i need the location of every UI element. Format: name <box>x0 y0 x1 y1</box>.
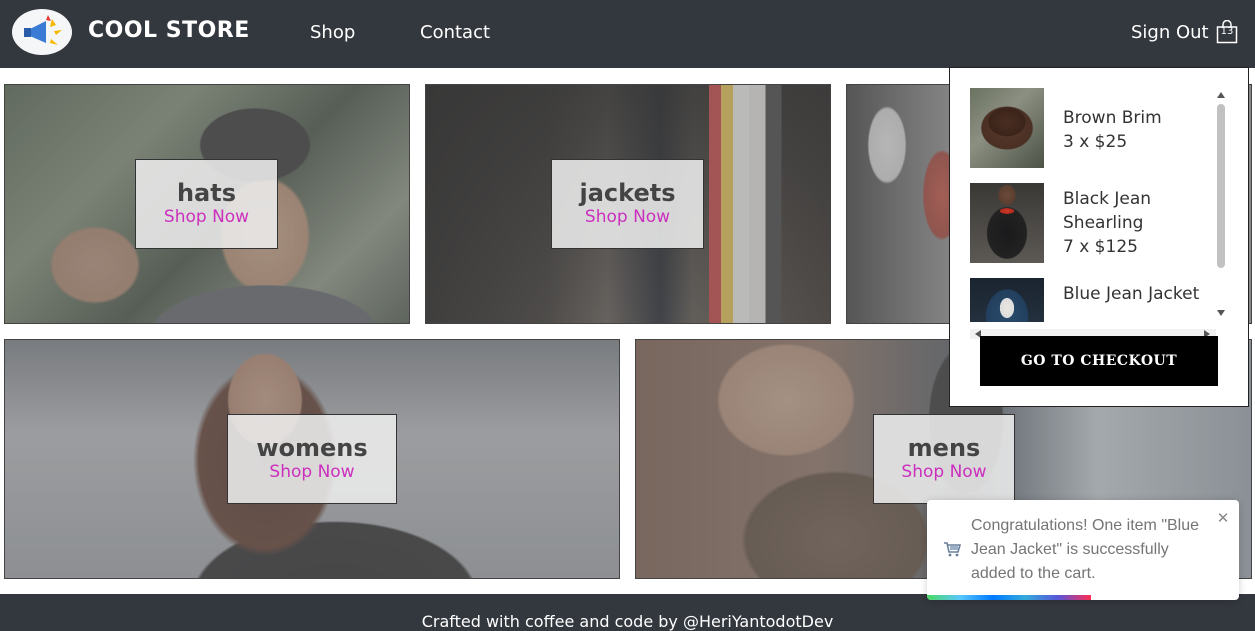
cart-item-info: Brown Brim 3 x $25 <box>1063 106 1203 154</box>
store-logo-icon[interactable] <box>12 9 72 55</box>
toast-message: Congratulations! One item "Blue Jean Jac… <box>971 517 1200 582</box>
shop-now-link[interactable]: Shop Now <box>269 461 354 483</box>
sign-out-link[interactable]: Sign Out <box>1131 22 1209 43</box>
cart-item-count: 13 <box>1220 26 1234 37</box>
cart-item-name: Black Jean Shearling <box>1063 189 1152 233</box>
brand-name[interactable]: COOL STORE <box>88 18 250 43</box>
close-icon[interactable]: ✕ <box>1215 510 1231 526</box>
category-label-box[interactable]: jackets Shop Now <box>551 159 704 249</box>
category-title: womens <box>256 433 368 462</box>
cart-item-name: Brown Brim <box>1063 108 1162 128</box>
category-label-box[interactable]: mens Shop Now <box>873 414 1015 504</box>
cart-item: Brown Brim 3 x $25 <box>970 88 1210 168</box>
cart-items-list[interactable]: Brown Brim 3 x $25 Black Jean Shearling … <box>950 68 1216 322</box>
cart-item-name: Blue Jean Jacket <box>1063 284 1200 304</box>
shop-now-link[interactable]: Shop Now <box>164 206 249 228</box>
scrollbar-thumb[interactable] <box>1217 104 1225 268</box>
category-tile-womens[interactable]: womens Shop Now <box>4 339 620 579</box>
cart-item-image <box>970 183 1044 263</box>
toast-progress-bar <box>927 595 1091 600</box>
cart-item-image <box>970 88 1044 168</box>
nav-shop-link[interactable]: Shop <box>310 22 355 43</box>
category-label-box[interactable]: womens Shop Now <box>227 414 397 504</box>
cart-item-info: Black Jean Shearling 7 x $125 <box>1063 187 1203 259</box>
shop-now-link[interactable]: Shop Now <box>585 206 670 228</box>
category-title: jackets <box>579 178 676 207</box>
category-tile-hats[interactable]: hats Shop Now <box>4 84 410 324</box>
cart-horizontal-scrollbar[interactable] <box>970 324 1216 339</box>
cart-vertical-scrollbar[interactable] <box>1216 88 1226 320</box>
shopping-bag-icon[interactable]: 13 <box>1216 19 1238 44</box>
footer-credit[interactable]: Crafted with coffee and code by @HeriYan… <box>0 612 1255 631</box>
cart-item: Black Jean Shearling 7 x $125 <box>970 183 1210 263</box>
cart-item-image <box>970 278 1044 322</box>
cart-item-info: Blue Jean Jacket <box>1063 282 1203 306</box>
cart-item-qty-price: 3 x $25 <box>1063 132 1128 152</box>
cart-item: Blue Jean Jacket <box>970 278 1210 322</box>
category-tile-jackets[interactable]: jackets Shop Now <box>425 84 831 324</box>
cart-dropdown: Brown Brim 3 x $25 Black Jean Shearling … <box>949 67 1249 407</box>
shopping-cart-icon <box>943 540 962 558</box>
category-label-box[interactable]: hats Shop Now <box>135 159 278 249</box>
category-title: mens <box>907 433 981 462</box>
add-to-cart-toast: Congratulations! One item "Blue Jean Jac… <box>927 500 1239 600</box>
cart-item-qty-price: 7 x $125 <box>1063 237 1138 257</box>
nav-contact-link[interactable]: Contact <box>420 22 490 43</box>
category-title: hats <box>176 178 237 207</box>
top-navbar: COOL STORE Shop Contact Sign Out 13 <box>0 0 1255 68</box>
checkout-button[interactable]: GO TO CHECKOUT <box>980 336 1218 386</box>
shop-now-link[interactable]: Shop Now <box>901 461 986 483</box>
